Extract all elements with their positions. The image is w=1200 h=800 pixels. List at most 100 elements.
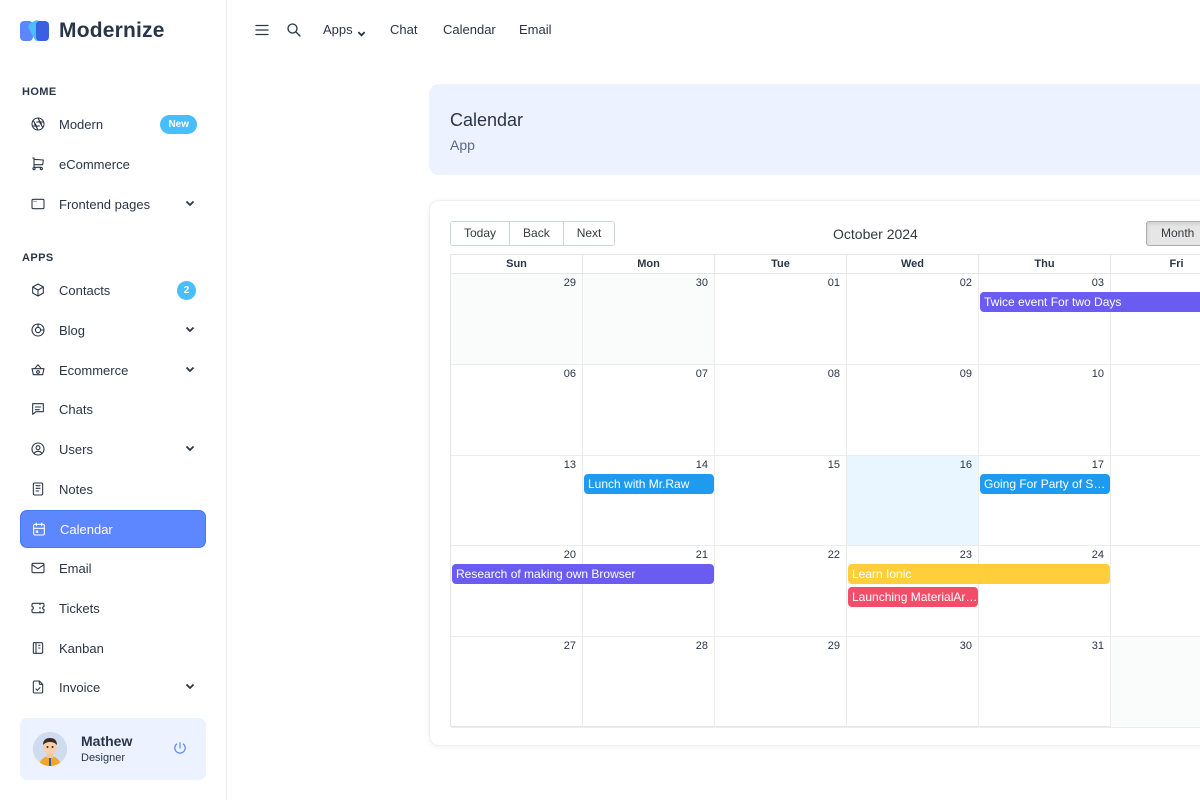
day-cell[interactable] (1111, 274, 1200, 365)
day-number[interactable]: 15 (828, 459, 840, 471)
day-cell[interactable]: 13 (451, 455, 583, 547)
sidebar-item-tickets[interactable]: Tickets (20, 589, 206, 627)
day-cell[interactable]: 31 (979, 637, 1111, 728)
menu-icon[interactable] (253, 21, 271, 39)
day-cell[interactable]: 22 (715, 546, 847, 638)
weekday-header: Wed (847, 255, 979, 274)
topbar-link-email[interactable]: Email (519, 22, 552, 37)
back-button[interactable]: Back (510, 222, 564, 245)
sidebar-item-kanban[interactable]: Kanban (20, 629, 206, 667)
calendar-event[interactable]: Lunch with Mr.Raw (584, 473, 714, 494)
sidebar-item-ecommerce-app[interactable]: Ecommerce (20, 351, 206, 389)
sidebar-item-blog[interactable]: Blog (20, 311, 206, 349)
day-cell[interactable]: 29 (451, 274, 583, 365)
sidebar-item-invoice[interactable]: Invoice (20, 668, 206, 706)
calendar-event[interactable]: Learn Ionic (848, 564, 1110, 585)
day-cell[interactable]: 24 (979, 546, 1111, 638)
app-root: Modernize HOME Modern New eCommerce Fron… (0, 0, 1200, 800)
calendar-event[interactable]: Going For Party of Sahar (980, 473, 1110, 494)
day-cell[interactable]: 30 (847, 637, 979, 728)
day-cell[interactable]: 27 (451, 637, 583, 728)
day-number[interactable]: 03 (1092, 277, 1104, 289)
day-cell[interactable]: 02 (847, 274, 979, 365)
day-number[interactable]: 29 (564, 277, 576, 289)
calendar-event[interactable]: Twice event For two Days (980, 292, 1200, 312)
sidebar-item-ecommerce[interactable]: eCommerce (20, 145, 206, 183)
sidebar-item-label: Blog (59, 322, 86, 338)
day-number[interactable]: 22 (828, 549, 840, 561)
notebook-icon (30, 640, 46, 656)
day-number[interactable]: 20 (564, 549, 576, 561)
sidebar-item-label: Invoice (59, 679, 101, 695)
day-cell[interactable]: 30 (583, 274, 715, 365)
day-cell[interactable]: 01 (715, 274, 847, 365)
day-cell[interactable] (1111, 456, 1200, 547)
day-number[interactable]: 09 (960, 368, 972, 380)
sidebar: Modernize HOME Modern New eCommerce Fron… (0, 0, 227, 800)
day-cell[interactable]: 07 (583, 364, 715, 456)
day-number[interactable]: 06 (564, 368, 576, 380)
sidebar-item-frontend-pages[interactable]: Frontend pages (20, 185, 206, 223)
topbar-link-apps[interactable]: Apps (323, 22, 366, 37)
day-number[interactable]: 13 (564, 459, 576, 471)
day-number[interactable]: 08 (828, 368, 840, 380)
sidebar-item-users[interactable]: Users (20, 430, 206, 468)
sidebar-item-contacts[interactable]: Contacts 2 (20, 271, 206, 309)
message-icon (30, 401, 46, 417)
day-number[interactable]: 01 (828, 277, 840, 289)
day-cell[interactable]: 16 (847, 455, 979, 547)
topbar-link-calendar[interactable]: Calendar (443, 22, 496, 37)
day-number[interactable]: 23 (960, 549, 972, 561)
day-cell[interactable]: 08 (715, 364, 847, 456)
day-cell[interactable] (1111, 365, 1200, 456)
calendar-event[interactable]: Research of making own Browser (452, 564, 714, 585)
day-number[interactable]: 27 (564, 640, 576, 652)
day-cell[interactable]: 15 (715, 455, 847, 547)
day-cell[interactable]: 14 (583, 455, 715, 547)
sidebar-item-notes[interactable]: Notes (20, 470, 206, 508)
day-cell[interactable] (1111, 546, 1200, 638)
day-cell[interactable]: 10 (979, 364, 1111, 456)
sidebar-item-email[interactable]: Email (20, 549, 206, 587)
calendar-event[interactable]: Launching MaterialArt Angular (848, 587, 978, 608)
day-number[interactable]: 30 (960, 640, 972, 652)
day-number[interactable]: 14 (696, 459, 708, 471)
brand-logo[interactable]: Modernize (20, 18, 165, 44)
day-cell[interactable]: 21 (583, 546, 715, 638)
day-number[interactable]: 31 (1092, 640, 1104, 652)
page-title: Calendar (450, 110, 524, 130)
day-cell[interactable] (1111, 637, 1200, 728)
day-cell[interactable]: 20 (451, 546, 583, 638)
day-cell[interactable]: 09 (847, 364, 979, 456)
sidebar-item-chats[interactable]: Chats (20, 390, 206, 428)
day-cell[interactable]: 03 (979, 274, 1111, 365)
month-view-button[interactable]: Month (1146, 221, 1200, 246)
power-icon[interactable] (172, 740, 188, 756)
day-cell[interactable]: 28 (583, 637, 715, 728)
day-number[interactable]: 30 (696, 277, 708, 289)
day-number[interactable]: 24 (1092, 549, 1104, 561)
section-label-home: HOME (22, 86, 57, 98)
day-cell[interactable]: 06 (451, 364, 583, 456)
next-button[interactable]: Next (563, 222, 615, 245)
day-number[interactable]: 07 (696, 368, 708, 380)
sidebar-item-calendar[interactable]: Calendar (20, 510, 206, 548)
brand-name: Modernize (59, 19, 165, 42)
day-cell[interactable]: 17 (979, 455, 1111, 547)
sidebar-item-label: Chats (59, 401, 93, 417)
day-number[interactable]: 16 (960, 459, 972, 471)
day-number[interactable]: 21 (696, 549, 708, 561)
sidebar-item-modern[interactable]: Modern New (20, 105, 206, 143)
day-number[interactable]: 29 (828, 640, 840, 652)
topbar-link-chat[interactable]: Chat (390, 22, 417, 37)
day-number[interactable]: 10 (1092, 368, 1104, 380)
day-cell[interactable]: 29 (715, 637, 847, 728)
avatar[interactable] (33, 732, 67, 766)
profile-name: Mathew (81, 733, 133, 749)
search-icon[interactable] (285, 21, 303, 39)
day-number[interactable]: 28 (696, 640, 708, 652)
day-number[interactable]: 17 (1092, 459, 1104, 471)
day-number[interactable]: 02 (960, 277, 972, 289)
sidebar-item-label: Notes (59, 481, 93, 497)
today-button[interactable]: Today (451, 222, 511, 245)
